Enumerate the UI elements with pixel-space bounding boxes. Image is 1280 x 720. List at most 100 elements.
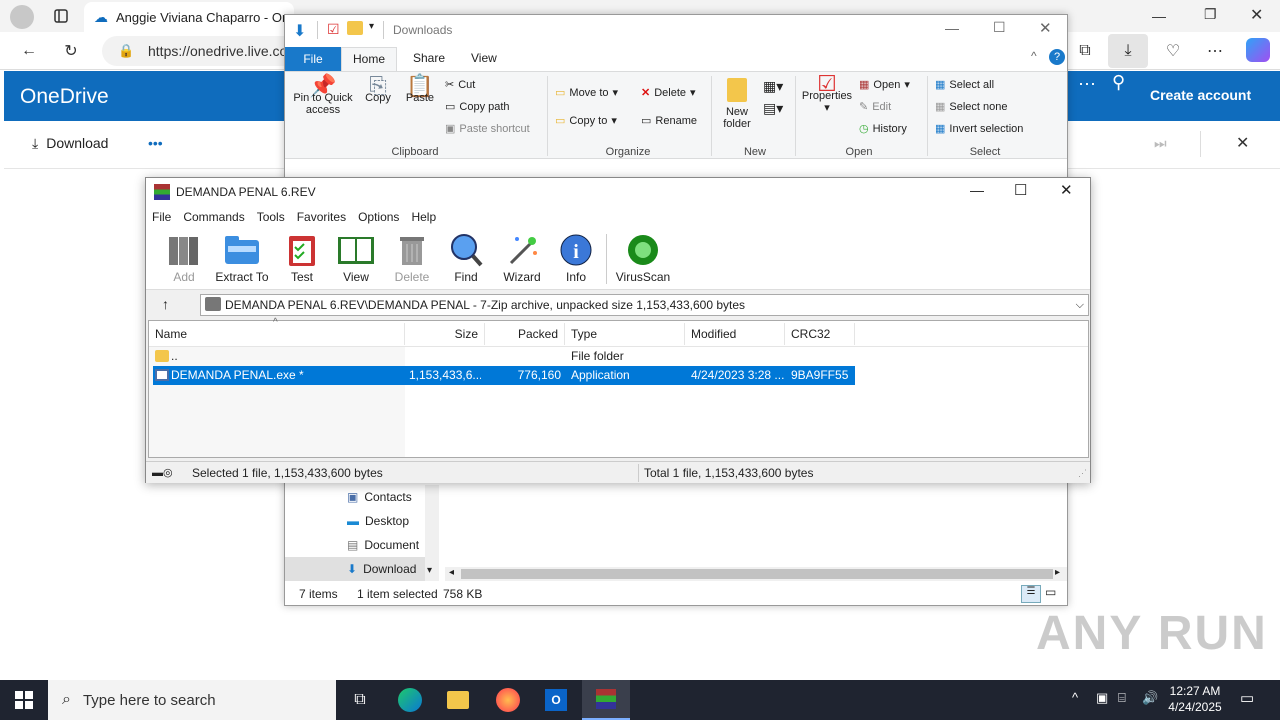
close-viewer-icon[interactable]: ✕ [1236, 133, 1249, 153]
tab-actions-icon[interactable] [50, 5, 72, 27]
task-view-icon[interactable]: ⧉ [336, 680, 384, 720]
column-size[interactable]: Size [405, 323, 485, 345]
start-button[interactable] [0, 680, 48, 720]
winrar-close-icon[interactable]: ✕ [1060, 181, 1073, 199]
nav-downloads[interactable]: ⬇ Download [285, 557, 425, 581]
delete-archive-button[interactable]: Delete [382, 232, 442, 284]
nav-desktop[interactable]: ▬ Desktop [285, 509, 425, 533]
firefox-taskbar-icon[interactable] [484, 680, 532, 720]
create-account-button[interactable]: Create account [1148, 80, 1273, 110]
more-options-icon[interactable]: ⋯ [1078, 74, 1096, 95]
folder-icon[interactable] [347, 21, 363, 35]
download-button[interactable]: ⤓ Download [32, 135, 108, 152]
tab-view[interactable]: View [471, 51, 497, 65]
cut-button[interactable]: ✂ Cut [445, 78, 475, 92]
select-none-button[interactable]: ▦ Select none [935, 100, 1008, 114]
browser-close-icon[interactable]: ✕ [1250, 5, 1263, 25]
invert-selection-button[interactable]: ▦ Invert selection [935, 122, 1023, 136]
winrar-taskbar-icon[interactable] [582, 680, 630, 720]
open-button[interactable]: ▦ Open ▾ [859, 78, 910, 92]
device-icon[interactable]: ▣ [1096, 690, 1108, 706]
outlook-taskbar-icon[interactable]: O [532, 680, 580, 720]
resize-grip-icon[interactable]: ⋰ [1078, 468, 1087, 479]
show-hidden-icons-icon[interactable]: ^ [1072, 690, 1078, 705]
copy-path-button[interactable]: ▭ Copy path [445, 100, 510, 114]
move-to-button[interactable]: ▭ Move to ▾ [555, 86, 618, 100]
nav-documents[interactable]: ▤ Document [285, 533, 425, 557]
wizard-button[interactable]: Wizard [492, 232, 552, 284]
url-field[interactable]: 🔒 https://onedrive.live.com [102, 36, 302, 66]
next-icon[interactable]: ⏭ [1154, 135, 1167, 152]
select-all-button[interactable]: ▦ Select all [935, 78, 994, 92]
pin-icon[interactable]: ⚲ [1112, 72, 1125, 93]
network-icon[interactable]: ⌸ [1118, 690, 1126, 706]
menu-favorites[interactable]: Favorites [291, 206, 352, 228]
scroll-left-icon[interactable]: ◂ [449, 567, 454, 578]
nav-scrollbar[interactable]: ▾ [425, 485, 439, 581]
menu-commands[interactable]: Commands [177, 206, 250, 228]
rename-button[interactable]: ▭ Rename [641, 114, 697, 128]
path-dropdown[interactable]: DEMANDA PENAL 6.REV\DEMANDA PENAL - 7-Zi… [200, 294, 1089, 316]
up-folder-icon[interactable]: ↑ [162, 296, 169, 312]
info-button[interactable]: i Info [546, 232, 606, 284]
scroll-thumb[interactable] [461, 569, 1053, 579]
list-item-parent[interactable]: .. File folder [153, 347, 855, 366]
easy-access-icon[interactable]: ▤▾ [763, 100, 783, 117]
nav-contacts[interactable]: ▣ Contacts [285, 485, 425, 509]
copy-to-button[interactable]: ▭ Copy to ▾ [555, 114, 617, 128]
column-packed[interactable]: Packed [485, 323, 565, 345]
details-view-icon[interactable]: ☰ [1021, 585, 1041, 603]
virusscan-button[interactable]: VirusScan [612, 232, 674, 284]
taskbar-search[interactable]: ⌕ Type here to search [48, 680, 336, 720]
browser-restore-icon[interactable]: ❐ [1204, 6, 1217, 23]
tab-file[interactable]: File [285, 47, 341, 71]
winrar-minimize-icon[interactable]: — [970, 182, 984, 198]
collapse-ribbon-icon[interactable]: ^ [1031, 49, 1037, 63]
view-button[interactable]: View [326, 232, 386, 284]
menu-tools[interactable]: Tools [251, 206, 291, 228]
browser-tab[interactable]: ☁ Anggie Viviana Chaparro - OneDrive [84, 2, 294, 32]
browser-essentials-icon[interactable]: ♡ [1162, 40, 1184, 62]
pin-quick-access-button[interactable]: 📌 Pin to Quick access [289, 75, 357, 117]
column-type[interactable]: Type [565, 323, 685, 345]
add-button[interactable]: Add [154, 232, 214, 284]
winrar-maximize-icon[interactable]: ☐ [1014, 181, 1027, 199]
find-button[interactable]: Find [436, 232, 496, 284]
menu-file[interactable]: File [146, 206, 177, 228]
more-actions-button[interactable]: ••• [148, 135, 163, 151]
scroll-down-icon[interactable]: ▾ [427, 565, 432, 576]
volume-icon[interactable]: 🔊 [1142, 690, 1158, 706]
profile-avatar-icon[interactable] [10, 5, 34, 29]
extract-to-button[interactable]: Extract To [212, 232, 272, 284]
file-explorer-taskbar-icon[interactable] [434, 680, 482, 720]
delete-button[interactable]: ✕ Delete ▾ [641, 86, 696, 100]
list-item-selected[interactable]: DEMANDA PENAL.exe * 1,153,433,6... 776,1… [153, 366, 855, 385]
quick-access-download-icon[interactable]: ⬇ [293, 21, 306, 41]
properties-button[interactable]: ☑ Properties ▾ [799, 73, 855, 115]
properties-quick-icon[interactable]: ☑ [327, 21, 340, 38]
large-icons-view-icon[interactable]: ▭ [1045, 585, 1056, 599]
tab-home[interactable]: Home [341, 47, 397, 71]
scroll-right-icon[interactable]: ▸ [1055, 567, 1060, 578]
horizontal-scrollbar[interactable]: ◂ ▸ [445, 567, 1067, 581]
paste-shortcut-button[interactable]: ▣ Paste shortcut [445, 122, 530, 136]
column-modified[interactable]: Modified [685, 323, 785, 345]
copilot-icon[interactable] [1246, 38, 1270, 62]
explorer-maximize-icon[interactable]: ☐ [993, 19, 1006, 36]
new-folder-button[interactable]: New folder [717, 78, 757, 130]
tab-share[interactable]: Share [413, 51, 445, 65]
collections-icon[interactable]: ⧉ [1074, 40, 1096, 62]
settings-more-icon[interactable]: ⋯ [1204, 40, 1226, 62]
history-button[interactable]: ◷ History [859, 122, 907, 136]
paste-button[interactable]: 📋 Paste [401, 75, 439, 105]
browser-minimize-icon[interactable]: — [1152, 8, 1166, 24]
notification-icon[interactable]: ▭ [1240, 689, 1254, 707]
new-item-icon[interactable]: ▦▾ [763, 78, 783, 95]
menu-help[interactable]: Help [405, 206, 442, 228]
column-name[interactable]: Name [155, 323, 405, 345]
taskbar-clock[interactable]: 12:27 AM 4/24/2025 [1160, 683, 1230, 715]
help-icon[interactable]: ? [1049, 49, 1065, 65]
column-crc32[interactable]: CRC32 [785, 323, 855, 345]
refresh-icon[interactable]: ↻ [60, 40, 82, 62]
copy-button[interactable]: ⎘ Copy [359, 75, 397, 105]
